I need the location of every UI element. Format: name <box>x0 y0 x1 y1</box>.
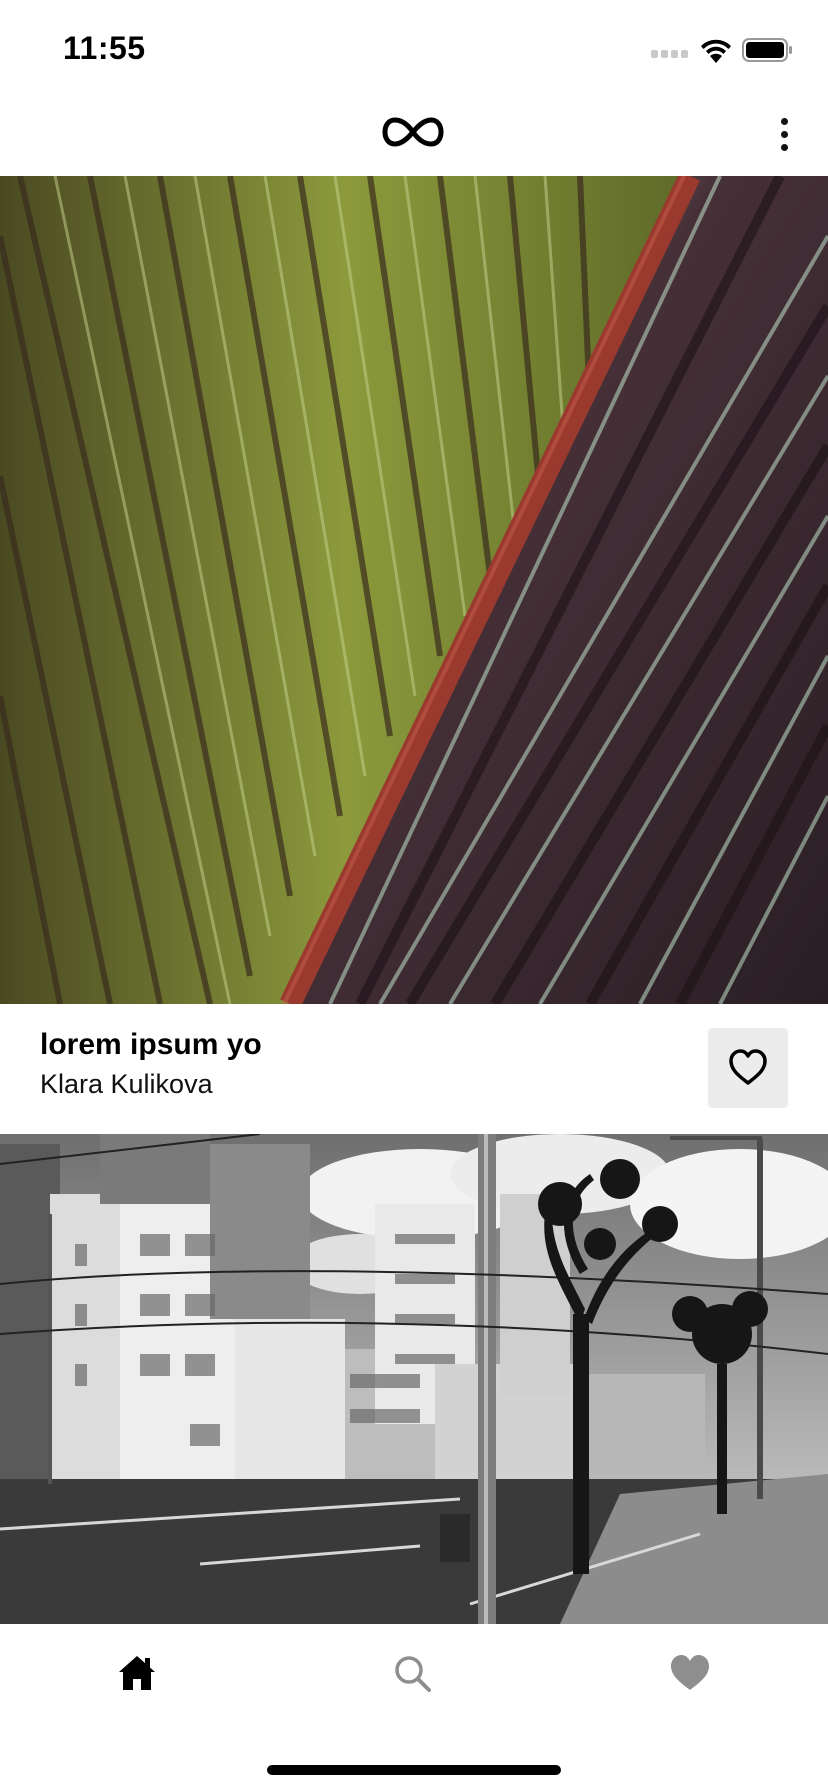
tab-home[interactable] <box>107 1645 167 1701</box>
photo-title[interactable]: lorem ipsum yo <box>40 1028 262 1062</box>
battery-icon <box>742 38 794 62</box>
home-indicator[interactable] <box>267 1765 561 1775</box>
status-bar: 11:55 <box>0 0 828 96</box>
signal-dots-icon <box>651 50 691 60</box>
heart-filled-icon <box>671 1655 709 1690</box>
home-icon <box>119 1656 155 1690</box>
more-vertical-icon <box>781 118 788 125</box>
heart-outline-icon <box>729 1049 767 1085</box>
city-street-bw-photo[interactable] <box>0 1134 828 1624</box>
search-icon <box>395 1656 431 1692</box>
tab-favorites[interactable] <box>659 1645 719 1701</box>
infinity-logo-icon[interactable] <box>382 114 444 150</box>
wifi-icon <box>698 36 734 64</box>
palm-leaf-photo[interactable] <box>0 176 828 1004</box>
more-menu-button[interactable] <box>760 110 808 158</box>
tab-search[interactable] <box>382 1645 442 1701</box>
like-button[interactable] <box>708 1028 788 1108</box>
status-time: 11:55 <box>63 30 146 66</box>
photo-author[interactable]: Klara Kulikova <box>40 1069 213 1100</box>
